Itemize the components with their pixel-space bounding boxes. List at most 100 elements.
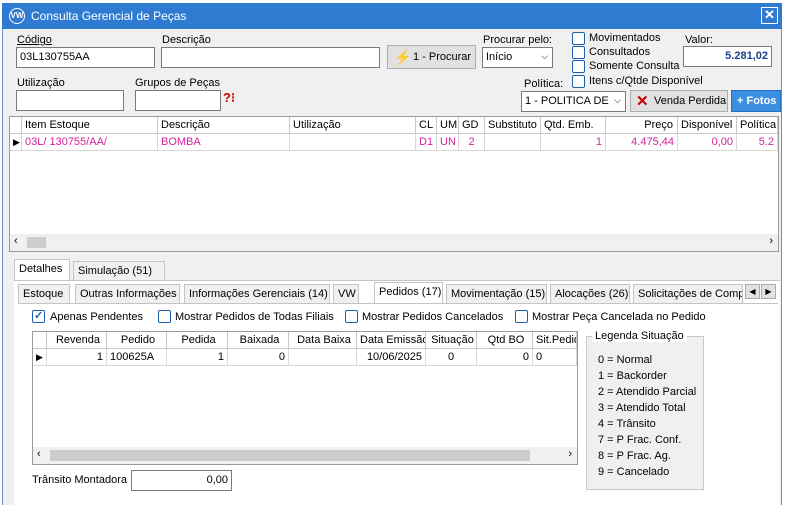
cell-pedido: 100625A [107, 349, 167, 366]
tab-outras-informacoes[interactable]: Outras Informações [75, 284, 180, 303]
scrollbar-thumb[interactable] [27, 237, 46, 248]
detail-tabs: Estoque Outras Informações Informações G… [18, 282, 778, 303]
grupos-lookup-icon[interactable]: ?⁝ [223, 90, 245, 110]
legenda-item: 1 = Backorder [598, 370, 667, 382]
tab-solicitacoes-compra[interactable]: Solicitações de Compra [633, 284, 743, 303]
tab-informacoes-gerenciais[interactable]: Informações Gerenciais (14) [184, 284, 330, 303]
cell-preco: 4.475,44 [606, 134, 678, 151]
somente-consulta-checkbox[interactable] [572, 60, 585, 73]
chevron-down-icon: ⌵ [541, 51, 548, 61]
tabs-scroll-right-icon[interactable]: ▶ [761, 284, 776, 299]
utilizacao-input[interactable] [16, 90, 124, 111]
items-horizontal-scrollbar[interactable]: ‹ › [10, 234, 778, 251]
politica-label: Política: [524, 78, 564, 90]
col-um[interactable]: UM [437, 117, 459, 134]
tab-detalhes[interactable]: Detalhes [14, 259, 70, 280]
col-situacao[interactable]: Situação [426, 332, 477, 349]
valor-label: Valor: [685, 34, 713, 46]
venda-perdida-button[interactable]: ✕ Venda Perdida [630, 90, 728, 112]
scroll-left-icon[interactable]: ‹ [37, 448, 41, 460]
title-bar: VW Consulta Gerencial de Peças ✕ [2, 3, 782, 29]
legenda-item: 0 = Normal [598, 354, 653, 366]
fotos-button[interactable]: + Fotos [731, 90, 781, 112]
col-utilizacao[interactable]: Utilização [290, 117, 416, 134]
col-baixada[interactable]: Baixada [228, 332, 289, 349]
scroll-left-icon[interactable]: ‹ [14, 235, 18, 247]
consultados-checkbox[interactable] [572, 46, 585, 59]
cell-substituto [485, 134, 541, 151]
movimentados-label: Movimentados [589, 32, 661, 44]
codigo-label: Código [17, 34, 52, 46]
col-item-estoque[interactable]: Item Estoque [22, 117, 158, 134]
col-data-emissao[interactable]: Data Emissão [357, 332, 426, 349]
table-row[interactable]: ▶ 1 100625A 1 0 10/06/2025 0 0 0 [33, 349, 577, 366]
peca-cancelada-label: Mostrar Peça Cancelada no Pedido [532, 311, 706, 323]
scrollbar-thumb[interactable] [50, 450, 530, 461]
descricao-input[interactable] [161, 47, 380, 68]
x-icon: ✕ [636, 93, 649, 110]
pedidos-horizontal-scrollbar[interactable]: ‹ › [33, 447, 577, 464]
todas-filiais-label: Mostrar Pedidos de Todas Filiais [175, 311, 334, 323]
cell-cl: D1 [416, 134, 437, 151]
col-qtd-bo[interactable]: Qtd BO [477, 332, 533, 349]
cell-um: UN [437, 134, 459, 151]
tab-vw[interactable]: VW [333, 284, 359, 303]
pedidos-cancelados-checkbox[interactable] [345, 310, 358, 323]
grupos-label: Grupos de Peças [135, 77, 220, 89]
politica-value: 1 - POLITICA DE [525, 95, 609, 107]
window-title: Consulta Gerencial de Peças [31, 9, 187, 23]
legenda-item: 8 = P Frac. Ag. [598, 450, 671, 462]
col-disponivel[interactable]: Disponível [678, 117, 737, 134]
cell-utilizacao [290, 134, 416, 151]
col-substituto[interactable]: Substituto [485, 117, 541, 134]
peca-cancelada-checkbox[interactable] [515, 310, 528, 323]
chevron-down-icon: ⌵ [614, 95, 621, 105]
politica-select[interactable]: 1 - POLITICA DE ⌵ [521, 91, 626, 112]
cell-gd: 2 [459, 134, 485, 151]
col-revenda[interactable]: Revenda [47, 332, 107, 349]
movimentados-checkbox[interactable] [572, 32, 585, 45]
scroll-right-icon[interactable]: › [568, 448, 572, 460]
col-descricao[interactable]: Descrição [158, 117, 290, 134]
procurar-pelo-label: Procurar pelo: [483, 34, 553, 46]
codigo-input[interactable]: 03L130755AA [16, 47, 155, 68]
cell-data-baixa [289, 349, 357, 366]
col-cl[interactable]: CL [416, 117, 437, 134]
tab-movimentacao[interactable]: Movimentação (15) [446, 284, 547, 303]
col-preco[interactable]: Preço [606, 117, 678, 134]
tabs-scroll-left-icon[interactable]: ◀ [745, 284, 760, 299]
scroll-right-icon[interactable]: › [769, 235, 773, 247]
col-qtd-emb[interactable]: Qtd. Emb. [541, 117, 606, 134]
tab-simulacao[interactable]: Simulação (51) [73, 261, 165, 280]
pedidos-cancelados-label: Mostrar Pedidos Cancelados [362, 311, 504, 323]
row-indicator-header [33, 332, 47, 349]
col-pedida[interactable]: Pedida [167, 332, 228, 349]
apenas-pendentes-checkbox[interactable] [32, 309, 45, 323]
valor-field: 5.281,02 [683, 46, 772, 67]
top-tabs: Detalhes Simulação (51) [14, 259, 780, 280]
legenda-item: 2 = Atendido Parcial [598, 386, 697, 398]
tab-pedidos[interactable]: Pedidos (17) [374, 282, 443, 303]
close-button[interactable]: ✕ [761, 7, 778, 24]
items-grid-header: Item Estoque Descrição Utilização CL UM … [10, 117, 778, 134]
grupos-input[interactable] [135, 90, 221, 111]
col-sit-pedido[interactable]: Sit.Pedido [533, 332, 577, 349]
col-gd[interactable]: GD [459, 117, 485, 134]
cell-revenda: 1 [47, 349, 107, 366]
procurar-button[interactable]: ⚡ 1 - Procurar [387, 45, 476, 69]
procurar-pelo-select[interactable]: Início ⌵ [482, 47, 553, 68]
consultados-label: Consultados [589, 46, 651, 58]
table-row[interactable]: ▶ 03L/ 130755/AA/ BOMBA D1 UN 2 1 4.475,… [10, 134, 778, 151]
col-data-baixa[interactable]: Data Baixa [289, 332, 357, 349]
tab-alocacoes[interactable]: Alocações (26) [550, 284, 630, 303]
col-pedido[interactable]: Pedido [107, 332, 167, 349]
items-grid: Item Estoque Descrição Utilização CL UM … [9, 116, 779, 252]
col-politica[interactable]: Política [737, 117, 778, 134]
itens-qtde-label: Itens c/Qtde Disponível [589, 75, 703, 87]
todas-filiais-checkbox[interactable] [158, 310, 171, 323]
tab-estoque[interactable]: Estoque [18, 284, 70, 303]
transito-label: Trânsito Montadora [32, 474, 127, 486]
lightning-icon: ⚡ [394, 49, 412, 65]
itens-qtde-checkbox[interactable] [572, 75, 585, 88]
legenda-item: 3 = Atendido Total [598, 402, 686, 414]
